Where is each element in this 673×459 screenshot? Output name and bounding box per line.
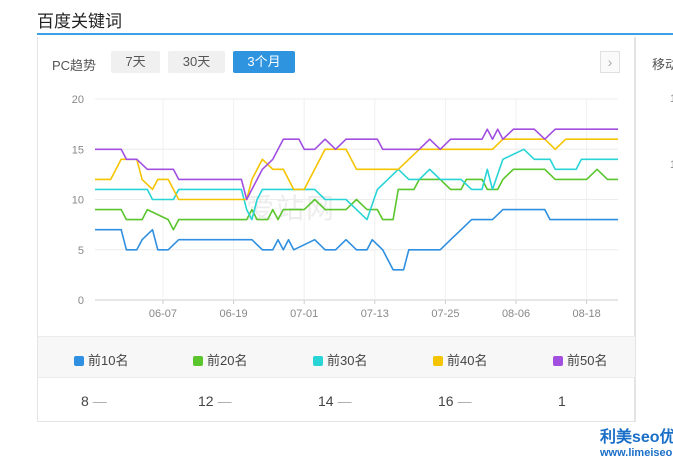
mobile-trend-panel: 移动 1 1 — [635, 37, 673, 422]
title-rule — [37, 33, 673, 35]
rank-cell-4: 16— — [438, 393, 472, 409]
rank-cell-1: 8— — [81, 393, 107, 409]
rank-cell-2: 12— — [198, 393, 232, 409]
brand-url: www.limeiseo.com — [600, 447, 673, 459]
page-title: 百度关键词 — [37, 12, 122, 31]
y-tick-label: 15 — [72, 144, 84, 156]
legend-label: 前30名 — [327, 353, 368, 368]
legend-swatch — [313, 356, 323, 366]
legend-item-3[interactable]: 前30名 — [313, 350, 367, 369]
brand-watermark: 利美seo优化 www.limeiseo.com — [600, 423, 673, 459]
legend-label: 前50名 — [567, 353, 608, 368]
legend-label: 前10名 — [88, 353, 129, 368]
legend-item-4[interactable]: 前40名 — [433, 350, 487, 369]
legend-label: 前40名 — [447, 353, 488, 368]
x-tick-label: 07-13 — [361, 308, 389, 320]
mobile-trend-label: 移动 — [652, 57, 673, 72]
series-line-1 — [95, 208, 618, 271]
y-tick-label: 0 — [78, 295, 84, 307]
chart-legend: 前10名 前20名 前30名 前40名 前50名 — [38, 336, 636, 378]
legend-label: 前20名 — [207, 353, 248, 368]
y-tick-label: 5 — [78, 245, 84, 257]
x-tick-label: 07-01 — [290, 308, 318, 320]
pc-trend-panel: PC趋势 7天 30天 3个月 › 爱站网 0 5 10 15 20 06-07 06-19… — [37, 37, 673, 459]
y-tick-label: 20 — [72, 94, 84, 106]
x-tick-label: 06-19 — [220, 308, 248, 320]
trend-chart: 0 5 10 15 20 06-07 06-19 07-01 07-13 07-25 08-06 08… — [72, 94, 618, 320]
x-tick-label: 07-25 — [431, 308, 459, 320]
legend-swatch — [74, 356, 84, 366]
legend-item-5[interactable]: 前50名 — [553, 350, 607, 369]
rank-cell-5: 1 — [558, 393, 566, 409]
x-tick-label: 08-06 — [502, 308, 530, 320]
legend-item-2[interactable]: 前20名 — [193, 350, 247, 369]
x-tick-label: 08-18 — [573, 308, 601, 320]
legend-swatch — [553, 356, 563, 366]
rank-cell-3: 14— — [318, 393, 352, 409]
brand-name: 利美seo优化 — [600, 429, 673, 446]
y-tick-label: 10 — [72, 195, 84, 207]
x-tick-label: 06-07 — [149, 308, 177, 320]
legend-swatch — [433, 356, 443, 366]
legend-swatch — [193, 356, 203, 366]
legend-item-1[interactable]: 前10名 — [74, 350, 128, 369]
